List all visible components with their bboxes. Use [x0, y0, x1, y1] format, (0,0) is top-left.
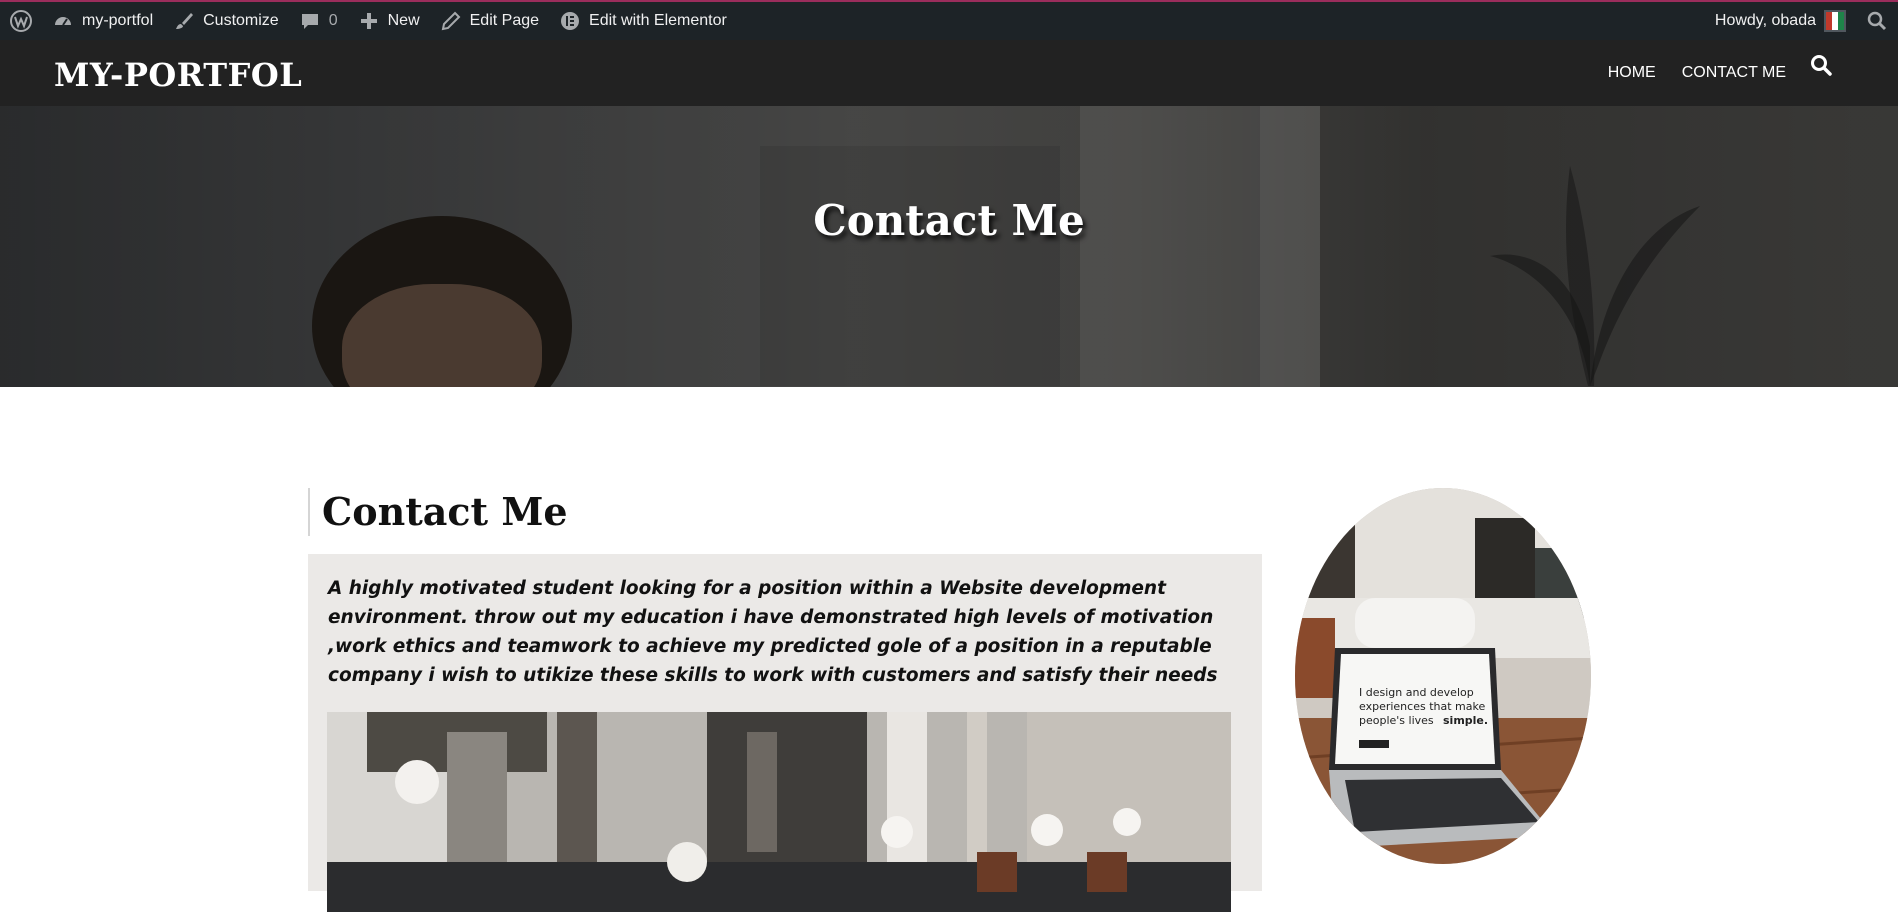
intro-paragraph: A highly motivated student looking for a…: [328, 578, 1218, 686]
hero-person-face: [342, 284, 542, 387]
search-icon: [1866, 10, 1888, 32]
page-heading: Contact Me: [308, 488, 568, 536]
edit-elementor-link[interactable]: Edit with Elementor: [549, 2, 737, 40]
hero-background-shape: [760, 146, 1060, 386]
site-header: MY-PORTFOL HOME CONTACT ME: [0, 40, 1898, 106]
elementor-icon: [559, 10, 581, 32]
dashboard-icon: [52, 10, 74, 32]
my-account-menu[interactable]: Howdy, obada: [1705, 2, 1856, 40]
plus-icon: [358, 10, 380, 32]
comments-link[interactable]: 0: [289, 2, 348, 40]
site-name-label: my-portfol: [82, 12, 154, 29]
laptop-text-line2: experiences that make: [1359, 700, 1485, 713]
hero-title: Contact Me: [813, 196, 1085, 245]
content-box: A highly motivated student looking for a…: [308, 554, 1262, 912]
hero-banner: Contact Me: [0, 106, 1898, 387]
edit-page-label: Edit Page: [469, 12, 540, 29]
comments-count: 0: [328, 12, 338, 29]
laptop-text-bold: simple.: [1443, 714, 1488, 727]
new-label: New: [387, 12, 420, 29]
pencil-icon: [440, 10, 462, 32]
customize-link[interactable]: Customize: [163, 2, 289, 40]
edit-elementor-label: Edit with Elementor: [589, 12, 727, 29]
laptop-photo: I design and develop experiences that ma…: [1295, 488, 1591, 864]
nav-item-contact-me[interactable]: CONTACT ME: [1682, 64, 1786, 82]
wp-logo-menu[interactable]: [0, 2, 42, 40]
nav-item-home[interactable]: HOME: [1608, 64, 1656, 82]
edit-page-link[interactable]: Edit Page: [430, 2, 549, 40]
cafe-street-image: [327, 712, 1231, 912]
sidebar-laptop-image: I design and develop experiences that ma…: [1295, 488, 1591, 864]
site-name-link[interactable]: my-portfol: [42, 2, 163, 40]
avatar: [1824, 10, 1846, 32]
greeting-label: Howdy, obada: [1714, 12, 1816, 29]
cafe-street-photo: [327, 712, 1231, 912]
new-content-menu[interactable]: New: [348, 2, 430, 40]
hero-plant-image: [1490, 166, 1700, 386]
wordpress-icon: [10, 10, 32, 32]
admin-search-button[interactable]: [1856, 2, 1898, 40]
header-search-button[interactable]: [1810, 54, 1836, 80]
brush-icon: [173, 10, 195, 32]
search-icon: [1811, 55, 1832, 76]
customize-label: Customize: [203, 12, 279, 29]
hero-background-shape: [1260, 106, 1320, 387]
main-navigation: HOME CONTACT ME: [1608, 40, 1786, 106]
comment-icon: [299, 10, 321, 32]
laptop-text-line1: I design and develop: [1359, 686, 1474, 699]
hero-background-shape: [1080, 106, 1260, 387]
admin-bar: my-portfol Customize 0 New Edit Page Edi…: [0, 0, 1898, 40]
laptop-text-line3: people's lives: [1359, 714, 1434, 727]
site-title[interactable]: MY-PORTFOL: [54, 56, 302, 94]
